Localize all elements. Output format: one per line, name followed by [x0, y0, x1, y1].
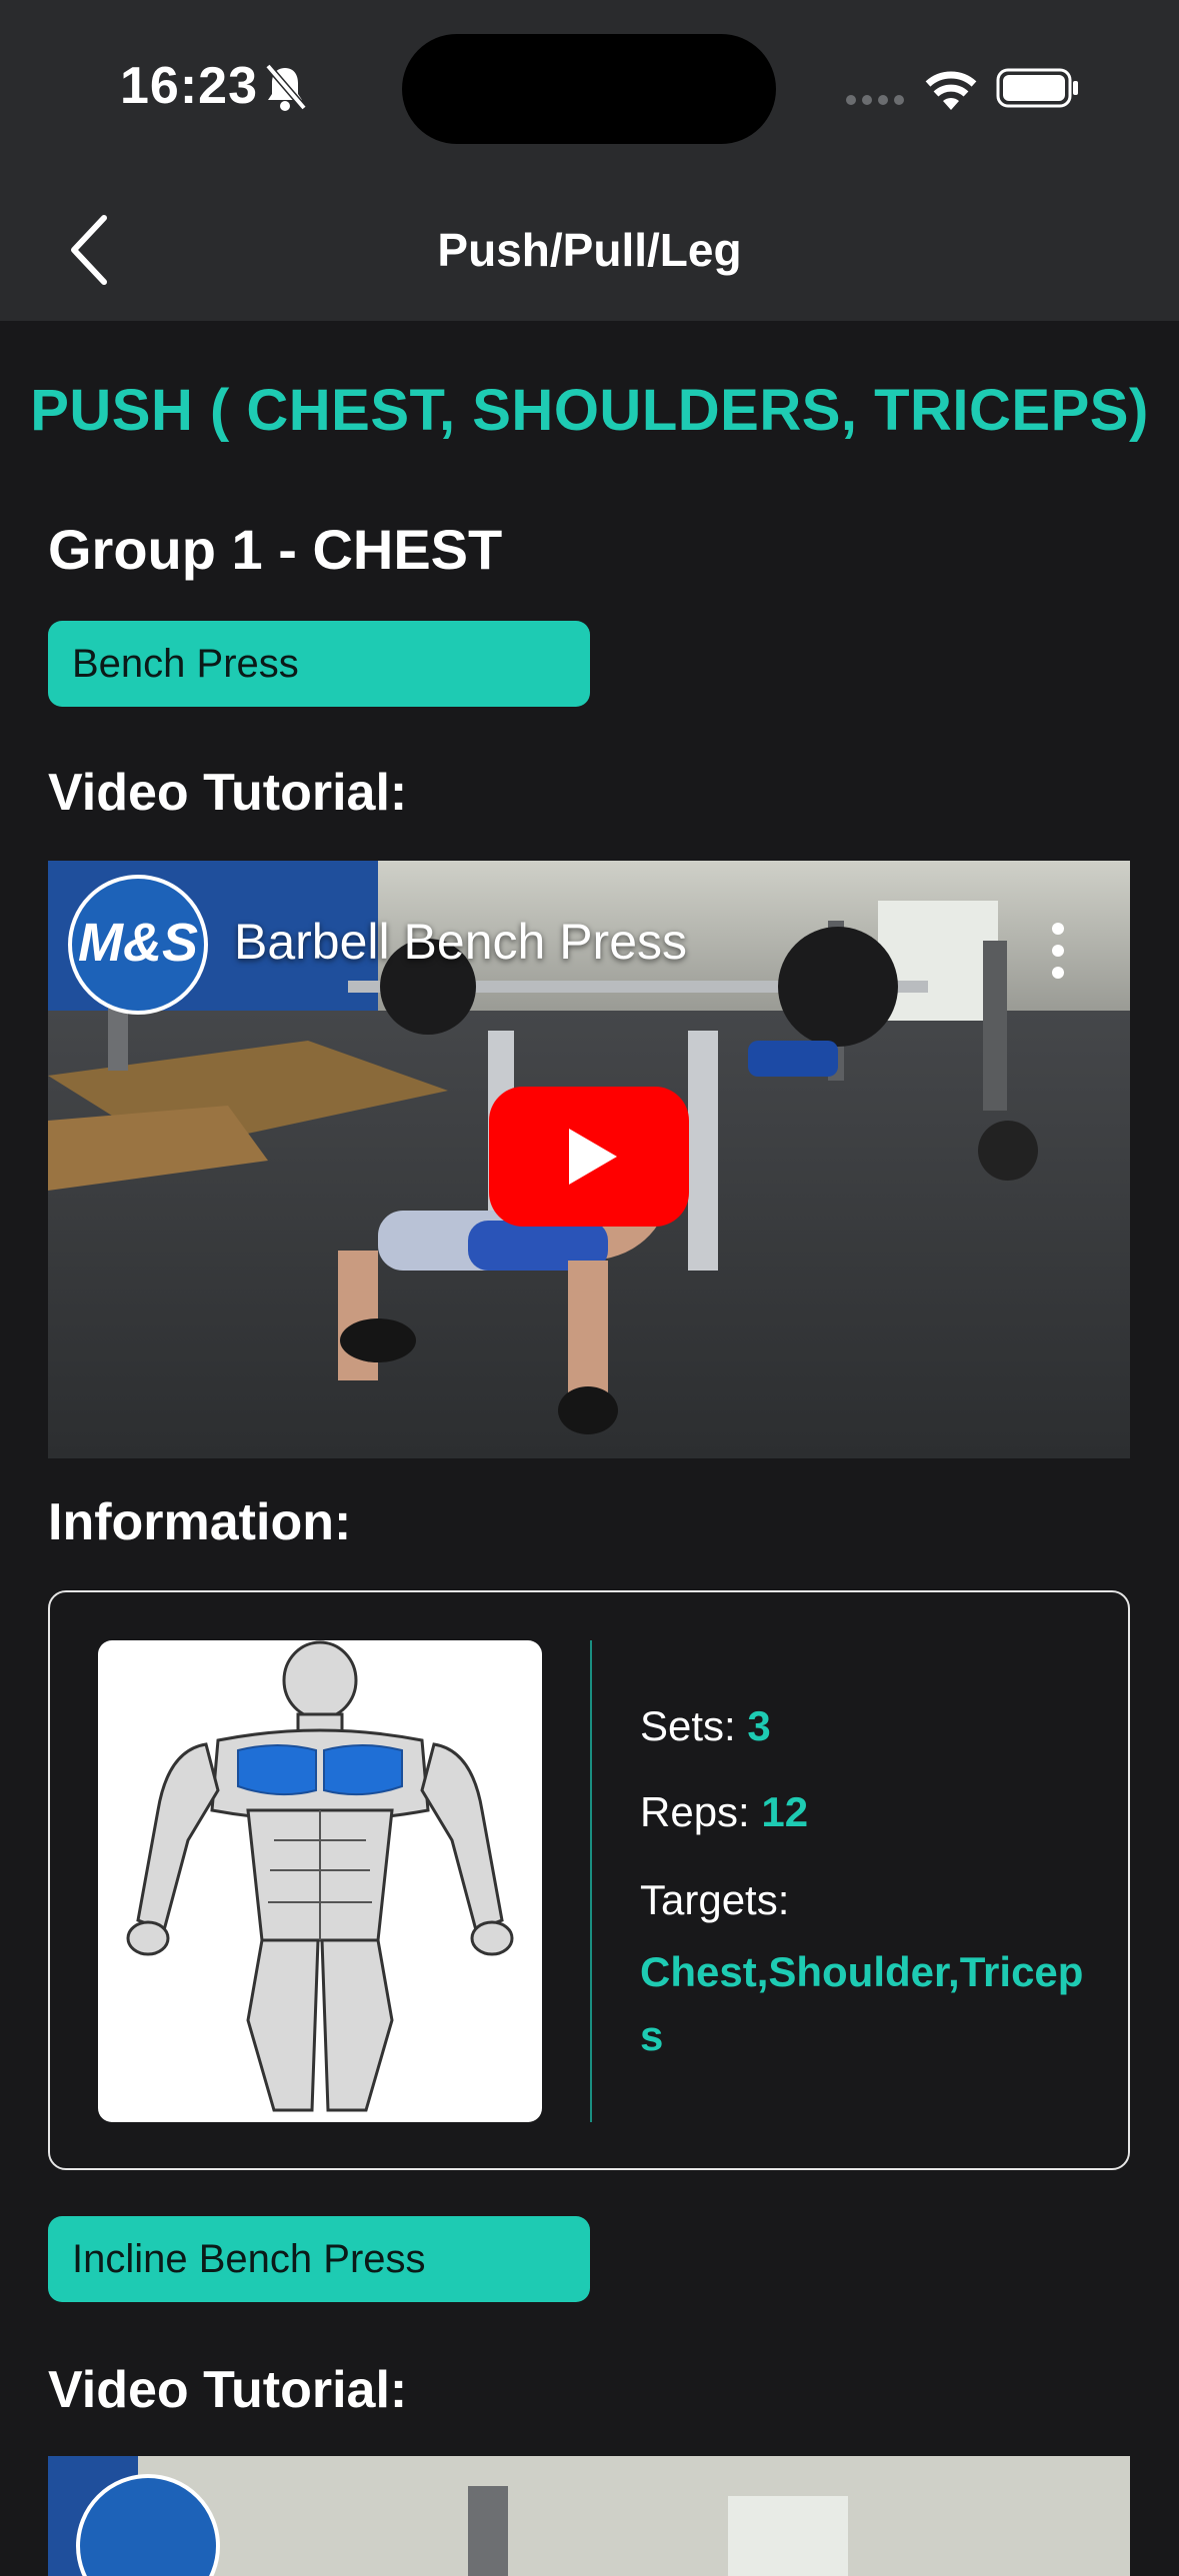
video-player-2[interactable]	[48, 2456, 1130, 2576]
navigation-bar: Push/Pull/Leg	[0, 175, 1179, 321]
sets-value: 3	[747, 1702, 771, 1749]
video-player[interactable]: M&S Barbell Bench Press	[48, 861, 1130, 1458]
more-vertical-icon[interactable]	[1048, 921, 1068, 981]
battery-icon	[996, 68, 1078, 108]
exercise-chip-incline-bench-press[interactable]: Incline Bench Press	[48, 2216, 590, 2302]
info-divider	[590, 1640, 592, 2122]
exercise-info-card: Sets: 3 Reps: 12 Targets: Chest,Shoulder…	[48, 1590, 1130, 2170]
group-title: Group 1 - CHEST	[48, 518, 503, 581]
status-bar: 16:23	[0, 0, 1179, 175]
muscle-anatomy-image	[98, 1640, 542, 2122]
channel-logo: M&S	[68, 875, 208, 1015]
reps-label: Reps:	[640, 1788, 750, 1835]
targets-value: Chest,Shoulder,Triceps	[640, 1948, 1084, 2059]
play-icon[interactable]	[489, 1087, 689, 1227]
page-title: Push/Pull/Leg	[437, 224, 742, 276]
status-time: 16:23	[120, 57, 258, 115]
reps-value: 12	[761, 1788, 809, 1835]
svg-text:M&S: M&S	[78, 913, 198, 973]
bell-slash-icon	[265, 63, 307, 111]
video-thumbnail-2	[48, 2456, 1130, 2576]
dynamic-island	[402, 34, 776, 144]
exercise-chip-bench-press[interactable]: Bench Press	[48, 621, 590, 707]
video-tutorial-label: Video Tutorial:	[48, 764, 408, 822]
information-label: Information:	[48, 1493, 352, 1551]
wifi-icon	[925, 71, 977, 110]
cellular-signal-icon	[846, 95, 904, 105]
sets-row: Sets: 3	[640, 1702, 771, 1750]
targets-label: Targets:	[640, 1876, 790, 1923]
day-title: PUSH ( CHEST, SHOULDERS, TRICEPS)	[30, 378, 1149, 443]
video-title: Barbell Bench Press	[234, 914, 688, 970]
video-tutorial-label-2: Video Tutorial:	[48, 2361, 408, 2419]
sets-label: Sets:	[640, 1702, 736, 1749]
reps-row: Reps: 12	[640, 1788, 808, 1836]
